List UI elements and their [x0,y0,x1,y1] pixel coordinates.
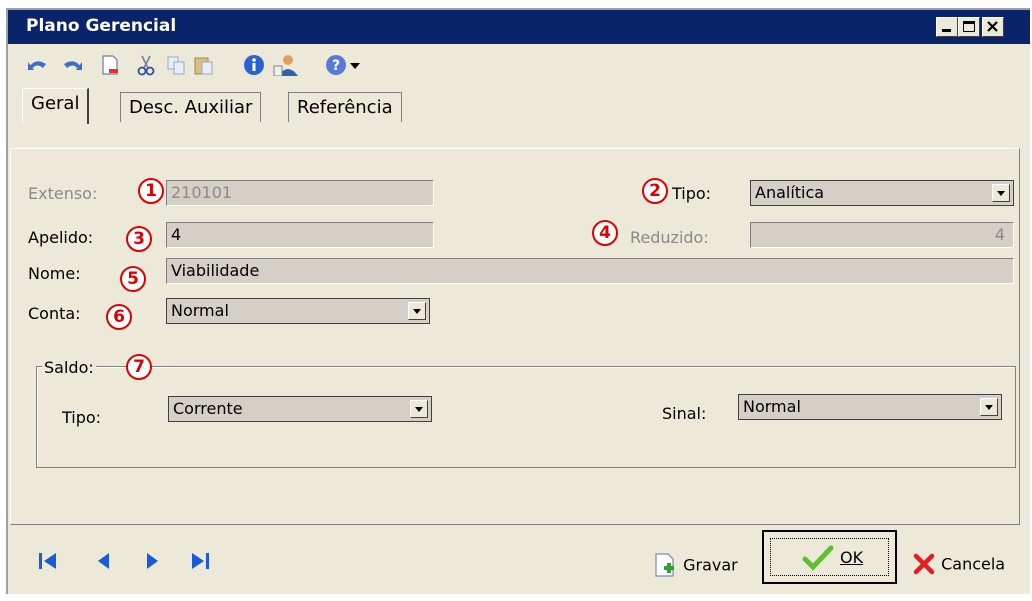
tab-strip: Geral Desc. Auxiliar Referência [8,84,1030,124]
help-icon[interactable]: ? [324,54,348,76]
extenso-label: Extenso: [28,184,98,203]
tab-label: Desc. Auxiliar [129,97,253,118]
conta-label: Conta: [28,304,81,323]
close-icon [987,21,998,32]
conta-select[interactable]: Normal [166,298,430,324]
callout-badge-3: 3 [126,226,152,252]
apelido-label: Apelido: [28,228,94,247]
tab-geral[interactable]: Geral [22,88,90,124]
saldo-tipo-select[interactable]: Corrente [168,396,432,422]
saldo-tipo-label: Tipo: [62,408,102,427]
nome-label: Nome: [28,264,81,283]
saldo-tipo-value: Corrente [173,399,243,418]
redo-icon[interactable] [60,54,84,76]
ok-button[interactable]: OK [762,530,897,584]
window-title: Plano Gerencial [26,16,177,36]
maximize-icon [963,21,975,32]
nome-field[interactable]: Viabilidade [166,258,1014,284]
reduzido-value: 4 [994,225,1005,244]
sinal-label: Sinal: [662,404,707,423]
gravar-button[interactable]: Gravar [652,552,738,578]
undo-icon[interactable] [26,54,50,76]
chevron-down-icon[interactable] [992,184,1010,202]
maximize-button[interactable] [958,17,980,37]
new-document-icon[interactable] [98,54,122,76]
callout-badge-5: 5 [120,266,146,292]
ok-label: OK [840,548,864,567]
previous-record-icon[interactable] [92,550,116,572]
next-record-icon[interactable] [140,550,164,572]
callout-badge-2: 2 [642,178,668,204]
extenso-field[interactable]: 210101 [166,180,434,206]
chevron-down-icon[interactable] [410,400,428,418]
minimize-icon [942,29,951,32]
chevron-down-icon[interactable] [408,302,426,320]
sinal-value: Normal [743,397,801,416]
gravar-label: Gravar [683,555,738,575]
callout-badge-4: 4 [592,220,618,246]
close-button[interactable] [982,17,1004,37]
apelido-value: 4 [171,225,182,244]
reduzido-field[interactable]: 4 [750,222,1014,248]
title-bar[interactable]: Plano Gerencial [8,10,1030,44]
tab-desc-auxiliar[interactable]: Desc. Auxiliar [120,92,262,122]
conta-value: Normal [171,301,229,320]
apelido-field[interactable]: 4 [166,222,434,248]
checkmark-icon [802,545,834,571]
info-icon[interactable] [242,54,266,76]
copy-icon[interactable] [164,54,188,76]
save-document-icon [655,553,674,577]
cut-icon[interactable] [134,54,158,76]
chevron-down-icon[interactable] [980,398,998,416]
tab-label: Geral [31,93,80,114]
svg-text:?: ? [332,58,340,74]
reduzido-label: Reduzido: [630,228,709,247]
cancela-label: Cancela [941,554,1006,574]
first-record-icon[interactable] [36,550,60,572]
last-record-icon[interactable] [188,550,212,572]
sinal-select[interactable]: Normal [738,394,1002,420]
user-icon[interactable] [272,54,302,76]
callout-badge-1: 1 [138,178,164,204]
minimize-button[interactable] [936,17,958,37]
cancela-button[interactable]: Cancela [912,552,1005,576]
cancel-x-icon [913,553,935,575]
tipo-value: Analítica [755,183,825,202]
saldo-label: Saldo: [42,358,96,377]
dropdown-arrow-icon[interactable] [348,54,362,76]
toolbar: ? [8,44,1030,84]
extenso-value: 210101 [171,183,233,202]
tab-label: Referência [297,97,393,118]
tipo-label: Tipo: [672,184,712,203]
nome-value: Viabilidade [171,261,260,280]
paste-icon[interactable] [192,54,216,76]
tipo-select[interactable]: Analítica [750,180,1014,206]
callout-badge-6: 6 [106,304,132,330]
tab-referencia[interactable]: Referência [288,92,402,122]
callout-badge-7: 7 [126,354,152,380]
